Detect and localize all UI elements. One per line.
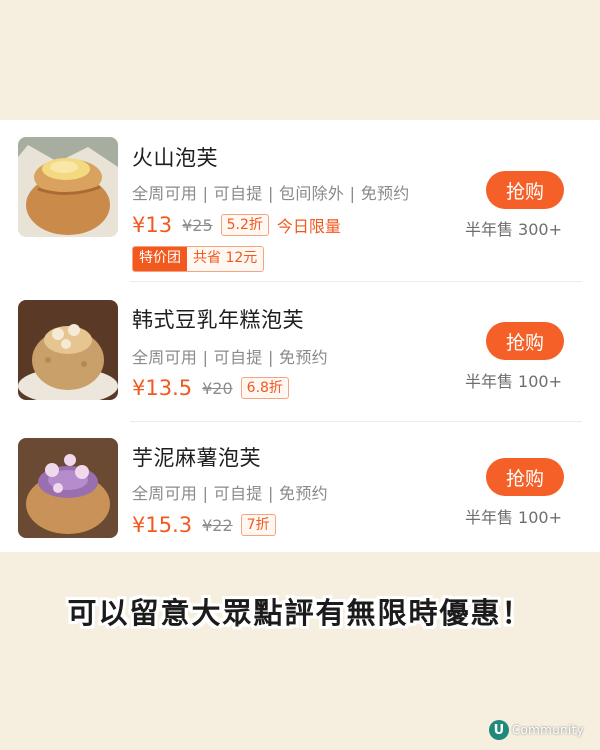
price-row: ¥15.3 ¥22 7折	[132, 512, 284, 538]
original-price: ¥25	[182, 215, 213, 235]
product-tags: 全周可用 | 可自提 | 免预约	[132, 484, 328, 503]
sales-count: 半年售 100+	[464, 372, 562, 391]
list-item[interactable]: 韩式豆乳年糕泡芙 全周可用 | 可自提 | 免预约 ¥13.5 ¥20 6.8折…	[0, 282, 600, 422]
product-image[interactable]	[18, 300, 118, 400]
buy-button[interactable]: 抢购	[486, 458, 564, 496]
sale-price: ¥13.5	[132, 376, 193, 400]
buy-button[interactable]: 抢购	[486, 322, 564, 360]
brand-watermark: U Community	[488, 720, 584, 740]
price-row: ¥13 ¥25 5.2折 今日限量	[132, 212, 341, 238]
product-image[interactable]	[18, 438, 118, 538]
product-name: 韩式豆乳年糕泡芙	[132, 308, 304, 332]
group-deal-badge: 特价团 共省 12元	[132, 246, 265, 272]
sales-count: 半年售 100+	[464, 508, 562, 527]
product-name: 火山泡芙	[132, 146, 218, 170]
deal-list: 火山泡芙 全周可用 | 可自提 | 包间除外 | 免预约 ¥13 ¥25 5.2…	[0, 120, 600, 552]
product-tags: 全周可用 | 可自提 | 包间除外 | 免预约	[132, 184, 410, 203]
buy-button[interactable]: 抢购	[486, 171, 564, 209]
brand-text: Community	[511, 723, 584, 737]
product-tags: 全周可用 | 可自提 | 免预约	[132, 348, 328, 367]
price-row: ¥13.5 ¥20 6.8折	[132, 375, 297, 401]
discount-badge: 5.2折	[220, 214, 269, 236]
product-name: 芋泥麻薯泡芙	[132, 446, 261, 470]
brand-logo-icon: U	[488, 720, 509, 740]
savings-label: 共省 12元	[187, 247, 264, 271]
sale-price: ¥13	[132, 213, 173, 237]
sales-count: 半年售 300+	[464, 220, 562, 239]
original-price: ¥20	[202, 378, 233, 398]
limited-today-label: 今日限量	[276, 217, 341, 236]
product-image[interactable]	[18, 137, 118, 237]
original-price: ¥22	[202, 515, 233, 535]
discount-badge: 7折	[240, 514, 276, 536]
caption: 可以留意大眾點評有無限時優惠！	[67, 596, 533, 630]
sale-price: ¥15.3	[132, 513, 193, 537]
list-item[interactable]: 火山泡芙 全周可用 | 可自提 | 包间除外 | 免预约 ¥13 ¥25 5.2…	[0, 120, 600, 282]
list-item[interactable]: 芋泥麻薯泡芙 全周可用 | 可自提 | 免预约 ¥15.3 ¥22 7折 抢购 …	[0, 422, 600, 562]
discount-badge: 6.8折	[240, 377, 289, 399]
special-group-label: 特价团	[133, 247, 187, 271]
